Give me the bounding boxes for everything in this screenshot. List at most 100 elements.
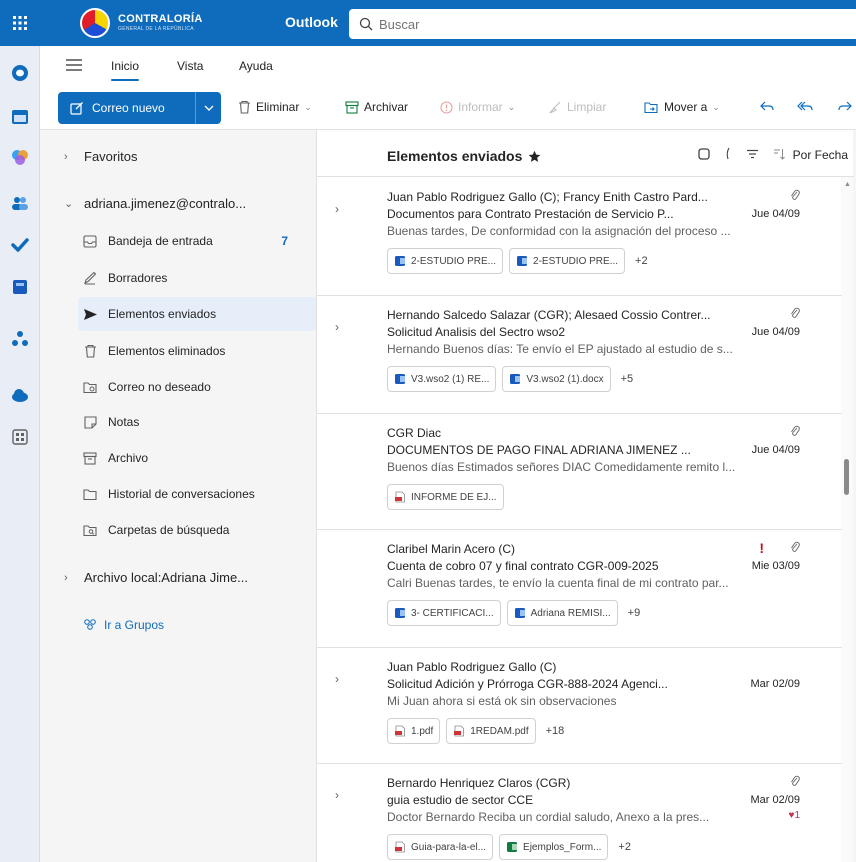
scroll-up-icon[interactable]: ▲ xyxy=(844,181,851,188)
filter-icon[interactable] xyxy=(746,148,759,162)
folder-deleted[interactable]: Elementos eliminados xyxy=(80,334,298,368)
message-list-scrollbar[interactable]: ▲ xyxy=(841,177,853,862)
search-box[interactable] xyxy=(349,9,856,39)
new-mail-button[interactable]: Correo nuevo xyxy=(58,92,221,124)
reply-all-button[interactable] xyxy=(797,100,818,112)
folder-search-folders[interactable]: Carpetas de búsqueda xyxy=(80,513,298,547)
more-attachments[interactable]: +9 xyxy=(628,607,641,619)
attachment-chip[interactable]: Guia-para-la-el... xyxy=(387,834,494,860)
message-row[interactable]: › Juan Pablo Rodriguez Gallo (C) Solicit… xyxy=(317,648,842,764)
junk-icon xyxy=(82,379,98,395)
expand-thread-icon[interactable]: › xyxy=(335,788,339,802)
message-row[interactable]: › Bernardo Henriquez Claros (CGR) guia e… xyxy=(317,764,842,862)
attachment-chip[interactable]: INFORME DE EJ... xyxy=(387,484,504,510)
scrollbar-thumb[interactable] xyxy=(844,459,849,495)
local-archive-section[interactable]: › Archivo local:Adriana Jime... xyxy=(64,570,248,585)
message-row[interactable]: › Juan Pablo Rodriguez Gallo (C); Francy… xyxy=(317,178,842,296)
move-to-button[interactable]: Mover a ⌄ xyxy=(644,100,720,114)
folder-label: Bandeja de entrada xyxy=(108,234,213,248)
groups-label: Ir a Grupos xyxy=(104,618,165,632)
folder-sent[interactable]: Elementos enviados xyxy=(78,297,333,331)
chevron-down-icon[interactable]: ⌄ xyxy=(508,102,516,113)
teams-icon[interactable] xyxy=(11,330,29,348)
attachment-icon xyxy=(790,541,800,556)
report-button[interactable]: Informar ⌄ xyxy=(440,100,515,114)
expand-thread-icon[interactable]: › xyxy=(335,672,339,686)
go-to-groups-link[interactable]: Ir a Grupos xyxy=(82,618,164,632)
reply-button[interactable] xyxy=(760,100,779,112)
folder-label: Correo no deseado xyxy=(108,380,211,394)
attachment-chip[interactable]: 1REDAM.pdf xyxy=(446,718,536,744)
account-label: adriana.jimenez@contralo... xyxy=(84,196,247,211)
folder-inbox[interactable]: Bandeja de entrada 7 xyxy=(80,224,298,258)
expand-thread-icon[interactable]: › xyxy=(335,320,339,334)
attachment-chip[interactable]: V3.wso2 (1) RE... xyxy=(387,366,497,392)
message-preview: Calri Buenas tardes, te envío la cuenta … xyxy=(387,576,729,590)
ribbon-tabs: Inicio Vista Ayuda xyxy=(40,46,856,88)
archive-button[interactable]: Archivar xyxy=(345,100,408,114)
account-section[interactable]: ⌄ adriana.jimenez@contralo... xyxy=(64,196,246,211)
folder-notes[interactable]: Notas xyxy=(80,405,298,439)
more-attachments[interactable]: +18 xyxy=(546,725,565,737)
message-preview: Buenos días Estimados señores DIAC Comed… xyxy=(387,460,736,474)
more-apps-icon[interactable] xyxy=(11,428,29,446)
search-input[interactable] xyxy=(379,16,779,32)
delete-button[interactable]: Eliminar ⌄ xyxy=(238,100,312,114)
word-file-icon xyxy=(514,607,526,619)
attachment-chip[interactable]: 2-ESTUDIO PRE... xyxy=(509,248,626,274)
organization-logo[interactable]: CONTRALORÍA GENERAL DE LA REPÚBLICA xyxy=(80,4,228,42)
onedrive-icon[interactable] xyxy=(11,386,29,404)
hamburger-menu-icon[interactable] xyxy=(66,58,82,72)
sort-label[interactable]: Por Fecha xyxy=(793,148,848,162)
folder-junk[interactable]: Correo no deseado xyxy=(80,370,298,404)
select-checkbox-icon[interactable] xyxy=(697,147,710,163)
sweep-button[interactable]: Limpiar xyxy=(548,100,606,114)
more-attachments[interactable]: +2 xyxy=(635,255,648,267)
folder-drafts[interactable]: Borradores xyxy=(80,261,298,295)
message-date: Mie 03/09 xyxy=(751,560,800,572)
attachment-chip[interactable]: 2-ESTUDIO PRE... xyxy=(387,248,504,274)
attachment-chip[interactable]: Ejemplos_Form... xyxy=(499,834,609,860)
attachment-chip[interactable]: V3.wso2 (1).docx xyxy=(502,366,611,392)
todo-icon[interactable] xyxy=(11,236,29,254)
more-attachments[interactable]: +5 xyxy=(621,373,634,385)
tab-ayuda[interactable]: Ayuda xyxy=(239,59,273,73)
chevron-down-icon xyxy=(204,105,213,111)
top-bar: CONTRALORÍA GENERAL DE LA REPÚBLICA Outl… xyxy=(40,0,856,46)
expand-thread-icon[interactable]: › xyxy=(335,202,339,216)
attachment-chips: 3- CERTIFICACI... Adriana REMISI... +9 xyxy=(387,600,640,626)
new-mail-dropdown[interactable] xyxy=(195,92,221,124)
favorite-star-icon[interactable] xyxy=(528,150,541,163)
tab-inicio[interactable]: Inicio xyxy=(111,59,140,81)
forward-button[interactable] xyxy=(838,100,856,112)
folder-archive[interactable]: Archivo xyxy=(80,441,298,475)
message-sender: Juan Pablo Rodriguez Gallo (C); Francy E… xyxy=(387,190,708,204)
sort-icon[interactable] xyxy=(773,148,785,163)
attachment-chip[interactable]: 1.pdf xyxy=(387,718,441,744)
attachment-chip[interactable]: Adriana REMISI... xyxy=(506,600,618,626)
message-subject: guia estudio de sector CCE xyxy=(387,793,534,807)
attachment-name: 2-ESTUDIO PRE... xyxy=(533,255,619,267)
app-title[interactable]: Outlook xyxy=(285,14,338,30)
more-attachments[interactable]: +2 xyxy=(618,841,631,853)
message-row[interactable]: › Hernando Salcedo Salazar (CGR); Alesae… xyxy=(317,296,842,414)
message-preview: Mi Juan ahora si está ok sin observacion… xyxy=(387,694,617,708)
tab-vista[interactable]: Vista xyxy=(177,59,203,73)
chevron-down-icon[interactable]: ⌄ xyxy=(304,102,312,113)
calendar-icon[interactable] xyxy=(11,108,29,126)
copilot-icon[interactable] xyxy=(11,148,29,166)
message-row[interactable]: CGR Diac DOCUMENTOS DE PAGO FINAL ADRIAN… xyxy=(317,414,842,530)
new-mail-main[interactable]: Correo nuevo xyxy=(58,92,195,124)
folder-conversation-history[interactable]: Historial de conversaciones xyxy=(80,477,298,511)
waffle-icon[interactable] xyxy=(0,0,40,46)
jump-to-icon[interactable] xyxy=(724,147,732,163)
message-row[interactable]: Claribel Marin Acero (C) ! Cuenta de cob… xyxy=(317,530,842,648)
people-icon[interactable] xyxy=(11,194,29,212)
outlook-mail-icon[interactable] xyxy=(11,64,29,82)
favorites-section[interactable]: › Favoritos xyxy=(64,149,137,164)
attachment-chip[interactable]: 3- CERTIFICACI... xyxy=(387,600,501,626)
heart-reaction-icon[interactable]: ♥1 xyxy=(789,810,801,821)
word-icon[interactable] xyxy=(11,278,29,296)
chevron-down-icon[interactable]: ⌄ xyxy=(712,102,720,113)
pdf-file-icon xyxy=(453,725,465,737)
